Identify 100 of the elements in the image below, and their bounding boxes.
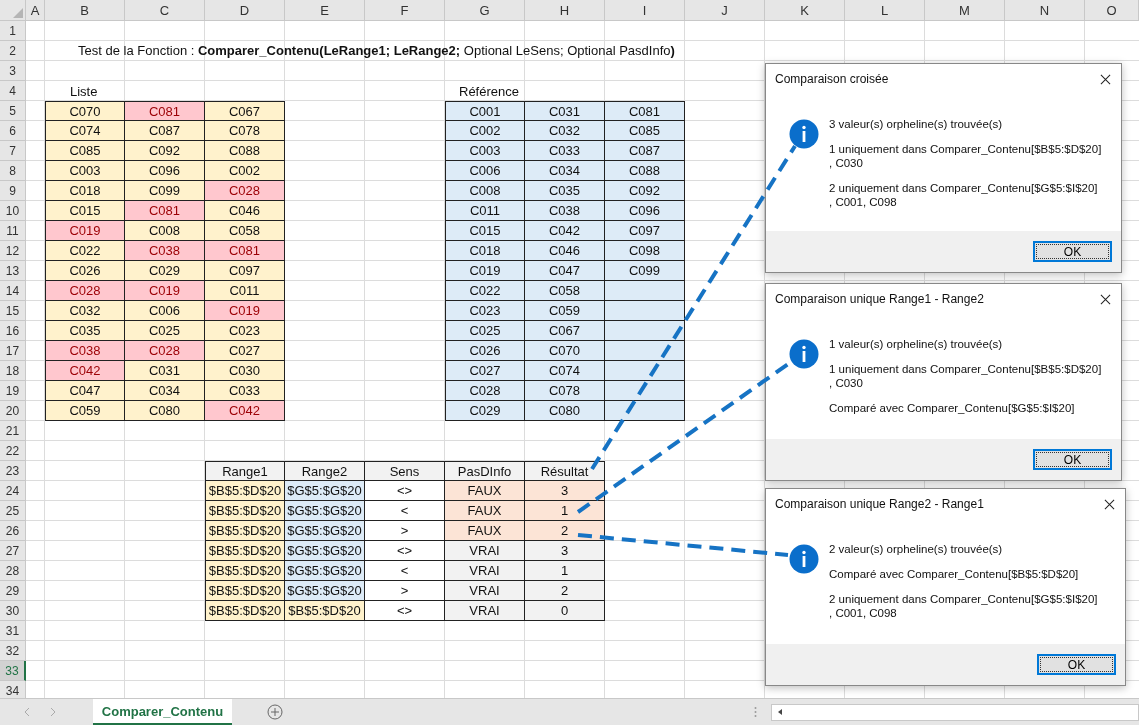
row-header[interactable]: 27 [0, 541, 26, 561]
row-header[interactable]: 5 [0, 101, 26, 121]
table-cell: C003 [45, 161, 125, 181]
table-cell: 2 [525, 581, 605, 601]
column-header[interactable]: F [365, 0, 445, 21]
column-header[interactable]: H [525, 0, 605, 21]
table-cell: <> [365, 481, 445, 501]
row-header[interactable]: 29 [0, 581, 26, 601]
row-header[interactable]: 32 [0, 641, 26, 661]
row-header[interactable]: 10 [0, 201, 26, 221]
row-header[interactable]: 34 [0, 681, 26, 698]
table-cell: C011 [205, 281, 285, 301]
add-sheet-icon[interactable] [267, 704, 283, 720]
ok-button[interactable]: OK [1033, 449, 1112, 470]
column-header[interactable]: E [285, 0, 365, 21]
table-cell: C088 [605, 161, 685, 181]
table-cell: <> [365, 601, 445, 621]
table-cell: C031 [525, 101, 605, 121]
column-header[interactable]: O [1085, 0, 1139, 21]
column-header[interactable]: M [925, 0, 1005, 21]
close-icon[interactable] [1104, 498, 1115, 510]
column-header[interactable]: N [1005, 0, 1085, 21]
row-header[interactable]: 21 [0, 421, 26, 441]
close-icon[interactable] [1100, 293, 1111, 305]
table-cell: C080 [125, 401, 205, 421]
table-cell: C097 [205, 261, 285, 281]
row-header[interactable]: 22 [0, 441, 26, 461]
table-cell: $B$5:$D$20 [205, 561, 285, 581]
column-header[interactable]: D [205, 0, 285, 21]
close-icon[interactable] [1100, 73, 1111, 85]
column-header[interactable]: K [765, 0, 845, 21]
table-cell: 1 [525, 501, 605, 521]
table-cell: C025 [125, 321, 205, 341]
row-header[interactable]: 6 [0, 121, 26, 141]
row-header[interactable]: 13 [0, 261, 26, 281]
horizontal-scrollbar[interactable] [771, 703, 1139, 721]
row-header[interactable]: 2 [0, 41, 26, 61]
row-header[interactable]: 26 [0, 521, 26, 541]
column-header[interactable]: C [125, 0, 205, 21]
table-cell: C023 [445, 301, 525, 321]
table-cell: 3 [525, 481, 605, 501]
row-header[interactable]: 11 [0, 221, 26, 241]
table-cell: C059 [525, 301, 605, 321]
scroll-left-icon[interactable] [776, 708, 784, 716]
table-cell: C047 [525, 261, 605, 281]
column-header[interactable]: J [685, 0, 765, 21]
table-cell: < [365, 561, 445, 581]
row-header[interactable]: 15 [0, 301, 26, 321]
message-text: 1 uniquement dans Comparer_Contenu[$B$5:$D$20] [829, 142, 1102, 156]
row-header[interactable]: 16 [0, 321, 26, 341]
scroll-right-icon[interactable] [50, 708, 56, 716]
row-header[interactable]: 4 [0, 81, 26, 101]
row-header[interactable]: 12 [0, 241, 26, 261]
sheet-tab[interactable]: Comparer_Contenu [93, 699, 232, 725]
column-header[interactable]: A [26, 0, 45, 21]
column-header[interactable]: B [45, 0, 125, 21]
row-header[interactable]: 20 [0, 401, 26, 421]
table-cell: 0 [525, 601, 605, 621]
table-cell: C002 [445, 121, 525, 141]
table-cell: C070 [45, 101, 125, 121]
row-header[interactable]: 24 [0, 481, 26, 501]
table-cell: C022 [45, 241, 125, 261]
row-header[interactable]: 18 [0, 361, 26, 381]
column-header[interactable]: G [445, 0, 525, 21]
row-header[interactable]: 14 [0, 281, 26, 301]
row-header[interactable]: 19 [0, 381, 26, 401]
message-text: 3 valeur(s) orpheline(s) trouvée(s) [829, 117, 1004, 131]
row-header[interactable]: 8 [0, 161, 26, 181]
row-header[interactable]: 31 [0, 621, 26, 641]
column-header[interactable]: I [605, 0, 685, 21]
table-cell: C042 [525, 221, 605, 241]
table-cell: C008 [125, 221, 205, 241]
row-header[interactable]: 7 [0, 141, 26, 161]
table-cell: $G$5:$G$20 [285, 521, 365, 541]
row-header[interactable]: 9 [0, 181, 26, 201]
row-header[interactable]: 33 [0, 661, 26, 681]
table-cell: C001 [445, 101, 525, 121]
row-header[interactable]: 1 [0, 21, 26, 41]
table-cell: < [365, 501, 445, 521]
ok-button[interactable]: OK [1037, 654, 1116, 675]
splitter-icon[interactable] [754, 706, 757, 718]
dialog-title: Comparaison croisée [775, 72, 889, 86]
table-cell: C099 [605, 261, 685, 281]
select-all-icon[interactable] [13, 8, 23, 18]
message-text: 2 uniquement dans Comparer_Contenu[$G$5:$I$20] [829, 592, 1098, 606]
table-cell: $B$5:$D$20 [205, 481, 285, 501]
column-header[interactable]: L [845, 0, 925, 21]
table-cell: $B$5:$D$20 [205, 521, 285, 541]
row-header[interactable]: 25 [0, 501, 26, 521]
table-cell: C096 [605, 201, 685, 221]
column-header: Sens [365, 461, 445, 481]
table-cell: 1 [525, 561, 605, 581]
row-header[interactable]: 23 [0, 461, 26, 481]
row-header[interactable]: 3 [0, 61, 26, 81]
row-header[interactable]: 28 [0, 561, 26, 581]
table-cell: C099 [125, 181, 205, 201]
table-cell: > [365, 581, 445, 601]
row-header[interactable]: 17 [0, 341, 26, 361]
row-header[interactable]: 30 [0, 601, 26, 621]
ok-button[interactable]: OK [1033, 241, 1112, 262]
